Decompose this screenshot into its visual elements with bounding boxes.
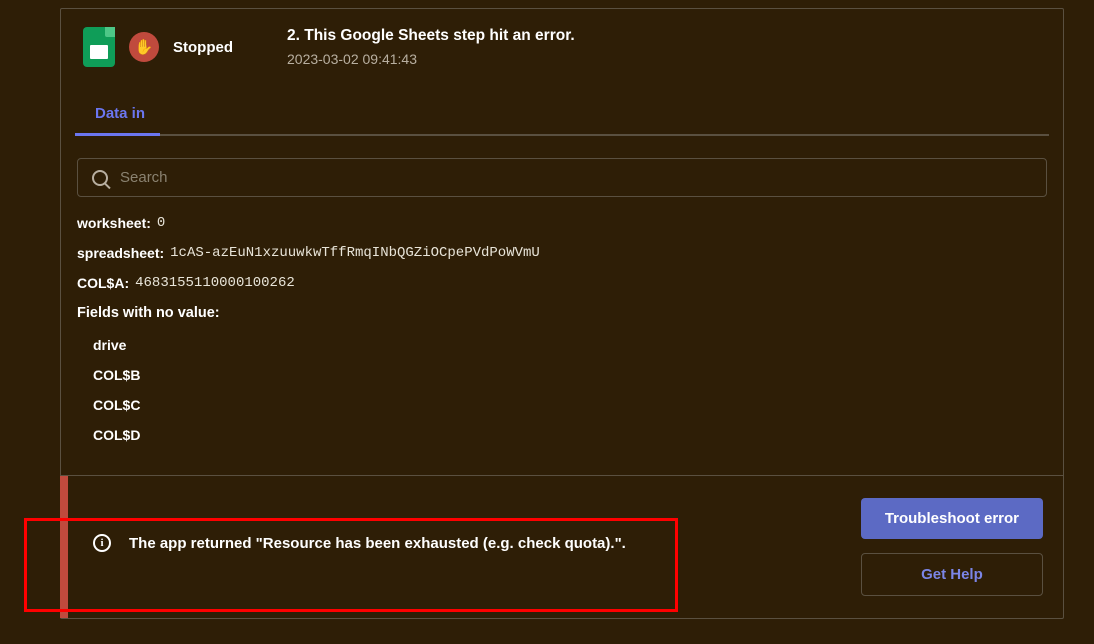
no-value-item: drive [93, 337, 1047, 353]
timestamp: 2023-03-02 09:41:43 [287, 51, 575, 67]
tabs: Data in [61, 85, 1063, 136]
error-indicator-bar [60, 476, 68, 618]
google-sheets-icon [83, 27, 115, 67]
info-icon: i [93, 534, 111, 552]
error-content: i The app returned "Resource has been ex… [81, 498, 626, 552]
get-help-button[interactable]: Get Help [861, 553, 1043, 596]
search-box[interactable] [77, 158, 1047, 197]
col-a-label: COL$A: [77, 275, 129, 291]
worksheet-value: 0 [157, 215, 165, 231]
spreadsheet-label: spreadsheet: [77, 245, 164, 261]
tab-data-in[interactable]: Data in [61, 85, 175, 136]
search-input[interactable] [120, 169, 1032, 186]
tab-underline [75, 134, 1049, 136]
no-value-item: COL$B [93, 367, 1047, 383]
step-title: 2. This Google Sheets step hit an error. [287, 27, 575, 45]
search-icon [92, 170, 108, 186]
data-row-spreadsheet: spreadsheet: 1cAS-azEuN1xzuuwkwTffRmqINb… [77, 245, 1047, 261]
error-section: i The app returned "Resource has been ex… [61, 475, 1063, 618]
troubleshoot-button[interactable]: Troubleshoot error [861, 498, 1043, 539]
data-section: worksheet: 0 spreadsheet: 1cAS-azEuN1xzu… [61, 215, 1063, 475]
error-buttons: Troubleshoot error Get Help [861, 498, 1043, 596]
no-value-item: COL$D [93, 427, 1047, 443]
data-row-worksheet: worksheet: 0 [77, 215, 1047, 231]
step-card: ✋ Stopped 2. This Google Sheets step hit… [60, 8, 1064, 619]
step-header: ✋ Stopped 2. This Google Sheets step hit… [61, 9, 1063, 85]
status-label: Stopped [173, 39, 233, 56]
worksheet-label: worksheet: [77, 215, 151, 231]
no-value-item: COL$C [93, 397, 1047, 413]
header-content: 2. This Google Sheets step hit an error.… [287, 27, 575, 67]
spreadsheet-value: 1cAS-azEuN1xzuuwkwTffRmqINbQGZiOCpePVdPo… [170, 245, 540, 261]
stop-icon: ✋ [129, 32, 159, 62]
error-message: The app returned "Resource has been exha… [129, 535, 626, 552]
data-row-col-a: COL$A: 4683155110000100262 [77, 275, 1047, 291]
no-value-title: Fields with no value: [77, 305, 1047, 321]
col-a-value: 4683155110000100262 [135, 275, 295, 291]
